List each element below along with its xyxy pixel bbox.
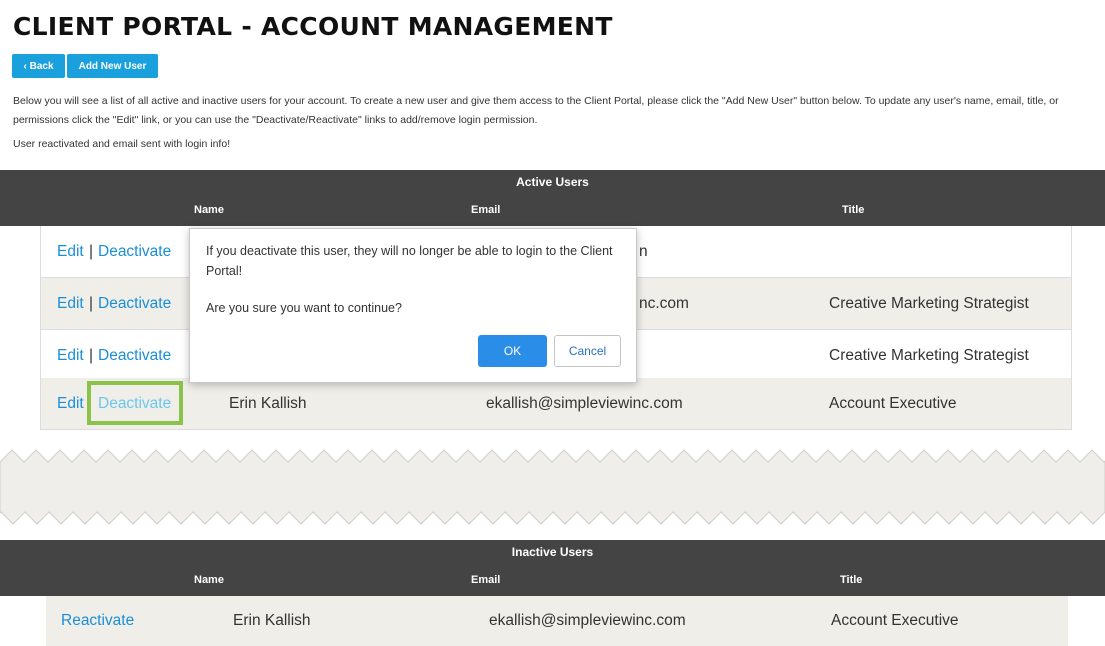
column-title: Title [840, 574, 863, 586]
user-name: Erin Kallish [233, 612, 311, 629]
user-email: n [639, 243, 648, 260]
column-name: Name [194, 204, 224, 216]
deactivate-highlight [87, 381, 183, 425]
reactivate-link[interactable]: Reactivate [61, 596, 134, 646]
inactive-users-title: Inactive Users [511, 545, 594, 559]
add-new-user-button[interactable]: Add New User [67, 54, 158, 78]
active-users-header: Active Users Name Email Title [0, 170, 1105, 226]
edit-link[interactable]: Edit [57, 378, 84, 429]
user-name: Erin Kallish [229, 395, 307, 412]
deactivate-link[interactable]: Deactivate [98, 278, 171, 329]
inactive-users-header: Inactive Users Name Email Title [0, 540, 1105, 596]
cancel-button[interactable]: Cancel [554, 335, 621, 367]
back-button[interactable]: ‹ Back [12, 54, 65, 78]
user-email: nc.com [639, 295, 689, 312]
table-row: Reactivate Erin Kallish ekallish@simplev… [46, 596, 1068, 646]
intro-text: Below you will see a list of all active … [13, 95, 1059, 126]
edit-link[interactable]: Edit [57, 226, 84, 277]
dialog-question: Are you sure you want to continue? [206, 301, 402, 315]
status-message: User reactivated and email sent with log… [13, 138, 231, 150]
user-email: ekallish@simpleviewinc.com [489, 612, 686, 629]
link-separator: | [89, 347, 94, 364]
deactivate-link[interactable]: Deactivate [98, 226, 171, 277]
ok-button[interactable]: OK [478, 335, 547, 367]
confirm-dialog: If you deactivate this user, they will n… [189, 228, 637, 383]
user-title: Account Executive [829, 395, 957, 412]
page-title: CLIENT PORTAL - ACCOUNT MANAGEMENT [13, 12, 613, 41]
torn-page-divider [0, 449, 1105, 525]
edit-link[interactable]: Edit [57, 278, 84, 329]
user-title: Creative Marketing Strategist [829, 347, 1029, 364]
column-title: Title [842, 204, 865, 216]
user-title: Creative Marketing Strategist [829, 295, 1029, 312]
dialog-message: If you deactivate this user, they will n… [206, 244, 613, 278]
link-separator: | [89, 295, 94, 312]
active-users-title: Active Users [516, 175, 589, 189]
user-email: ekallish@simpleviewinc.com [486, 395, 683, 412]
link-separator: | [89, 243, 94, 260]
deactivate-link[interactable]: Deactivate [98, 330, 171, 381]
edit-link[interactable]: Edit [57, 330, 84, 381]
table-row: Edit Deactivate Erin Kallish ekallish@si… [40, 378, 1072, 430]
user-title: Account Executive [831, 612, 959, 629]
column-email: Email [471, 574, 501, 586]
column-email: Email [471, 204, 501, 216]
column-name: Name [194, 574, 224, 586]
